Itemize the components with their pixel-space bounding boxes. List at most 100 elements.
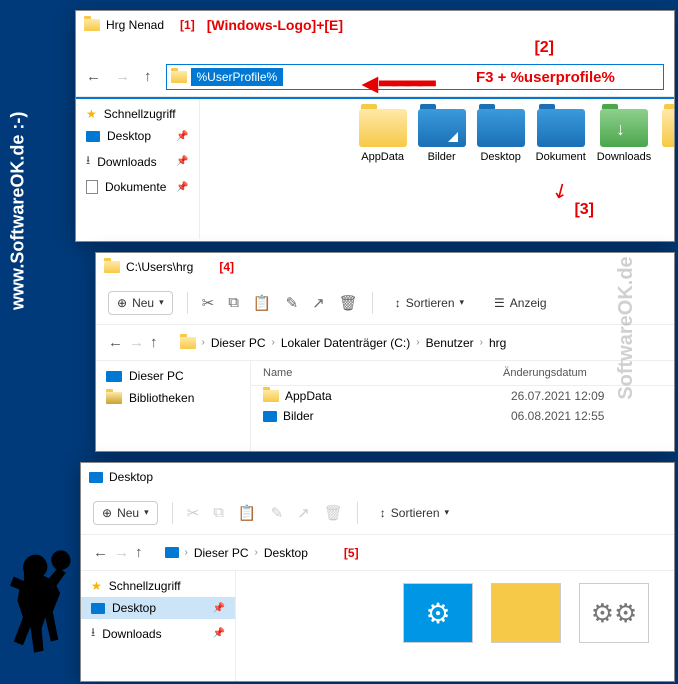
toolbar-3: ⊕Neu▾ ✂ ⧉ 📋 ✎ ↗ 🗑 ↕Sortieren▾ [81,491,674,535]
tile-gears[interactable]: ⚙⚙ [579,583,649,643]
folder-icon [263,390,279,402]
silhouette-decoration [5,544,80,674]
tile-settings[interactable]: ⚙ [403,583,473,643]
tile-folder[interactable] [491,583,561,643]
annotation-4: [4] [219,260,234,274]
bc-desktop[interactable]: Desktop [264,546,308,560]
column-name[interactable]: Name [263,367,503,379]
share-icon[interactable]: ↗ [297,504,310,522]
address-value: %UserProfile% [191,68,284,86]
explorer-window-1: Hrg Nenad [1] [Windows-Logo]+[E] [2] ← →… [75,10,675,242]
view-icon: ☰ [494,296,505,310]
up-button[interactable]: ↑ [150,334,158,351]
bc-users[interactable]: Benutzer [426,336,474,350]
up-button[interactable]: ↑ [135,544,143,561]
pictures-icon [263,411,277,422]
annotation-text-1: [Windows-Logo]+[E] [207,17,343,33]
rename-icon[interactable]: ✎ [271,504,284,522]
share-icon[interactable]: ↗ [312,294,325,312]
new-button[interactable]: ⊕Neu▾ [93,501,158,525]
cut-icon[interactable]: ✂ [187,504,200,522]
library-icon [106,392,122,404]
back-button[interactable]: ← [86,68,101,85]
sidebar-3: ★Schnellzugriff Desktop📌 ⭳Downloads📌 [81,571,236,681]
folder-bilder[interactable]: Bilder [418,109,466,229]
pc-icon [106,371,122,382]
paste-icon[interactable]: 📋 [238,504,257,522]
sort-icon: ↕ [395,296,401,310]
folder-icon [104,261,120,273]
bc-drive[interactable]: Lokaler Datenträger (C:) [281,336,410,350]
toolbar-2: ⊕Neu▾ ✂ ⧉ 📋 ✎ ↗ 🗑 ↕Sortieren▾ ☰Anzeig [96,281,674,325]
breadcrumb-2: ← → ↑ › Dieser PC › Lokaler Datenträger … [96,325,674,361]
folder-appdata[interactable]: AppData [359,109,407,229]
titlebar-2[interactable]: C:\Users\hrg [4] [96,253,674,281]
titlebar-3[interactable]: Desktop [81,463,674,491]
forward-button[interactable]: → [114,544,129,561]
plus-icon: ⊕ [117,296,127,310]
sidebar-documents[interactable]: Dokumente📌 [76,176,199,198]
folder-icon [180,337,196,349]
copy-icon[interactable]: ⧉ [228,294,239,311]
sidebar-downloads[interactable]: ⭳Downloads📌 [76,147,199,176]
window-title: C:\Users\hrg [126,260,193,274]
window-title: Desktop [109,470,153,484]
table-row[interactable]: Bilder 06.08.2021 12:55 [251,406,674,426]
bc-pc[interactable]: Dieser PC [211,336,266,350]
folder-icon [171,71,187,83]
sidebar-pc[interactable]: Dieser PC [96,365,250,387]
sort-button[interactable]: ↕Sortieren▾ [372,502,457,524]
sidebar-desktop[interactable]: Desktop📌 [76,125,199,147]
explorer-window-2: C:\Users\hrg [4] ⊕Neu▾ ✂ ⧉ 📋 ✎ ↗ 🗑 ↕Sort… [95,252,675,452]
folder-fa[interactable]: Fa [662,109,674,229]
copy-icon[interactable]: ⧉ [213,504,224,521]
window-title: Hrg Nenad [106,18,164,32]
sidebar-quickaccess[interactable]: ★Schnellzugriff [76,103,199,125]
annotation-text-2: F3 + %userprofile% [476,69,615,86]
star-icon: ★ [86,107,97,121]
titlebar-1[interactable]: Hrg Nenad [1] [Windows-Logo]+[E] [76,11,674,39]
column-date[interactable]: Änderungsdatum [503,367,587,379]
up-button[interactable]: ↑ [144,68,152,85]
table-row[interactable]: AppData 26.07.2021 12:09 [251,386,674,406]
sidebar-downloads[interactable]: ⭳Downloads📌 [81,619,235,648]
bc-hrg[interactable]: hrg [489,336,506,350]
sidebar-libraries[interactable]: Bibliotheken [96,387,250,409]
document-icon [86,180,98,194]
annotation-arrow: ◄━━━━ [356,67,431,100]
cut-icon[interactable]: ✂ [202,294,215,312]
new-button[interactable]: ⊕Neu▾ [108,291,173,315]
rename-icon[interactable]: ✎ [286,294,299,312]
sort-button[interactable]: ↕Sortieren▾ [387,292,472,314]
breadcrumb-3: ← → ↑ › Dieser PC › Desktop [5] [81,535,674,571]
pin-icon: 📌 [213,603,225,614]
chevron-down-icon: ▾ [159,297,164,308]
folder-downloads[interactable]: ↓Downloads [597,109,651,229]
paste-icon[interactable]: 📋 [253,294,272,312]
sidebar-desktop[interactable]: Desktop📌 [81,597,235,619]
view-button[interactable]: ☰Anzeig [486,292,554,314]
bc-pc[interactable]: Dieser PC [194,546,249,560]
watermark-left: www.SoftwareOK.de :-) [8,112,29,310]
back-button[interactable]: ← [108,334,123,351]
tile-grid: ⚙ ⚙⚙ [391,571,661,681]
plus-icon: ⊕ [102,506,112,520]
desktop-icon [86,131,100,142]
explorer-window-3: Desktop ⊕Neu▾ ✂ ⧉ 📋 ✎ ↗ 🗑 ↕Sortieren▾ ← … [80,462,675,682]
delete-icon[interactable]: 🗑 [324,504,343,522]
folder-grid: AppData Bilder Desktop Dokument ↓Downloa… [355,99,674,239]
pin-icon: 📌 [176,156,188,167]
folder-desktop[interactable]: Desktop [477,109,525,229]
annotation-2: [2] [534,39,554,56]
folder-icon [84,19,100,31]
star-icon: ★ [91,579,102,593]
sidebar-2: Dieser PC Bibliotheken [96,361,251,451]
annotation-3: [3] [574,201,594,219]
back-button[interactable]: ← [93,544,108,561]
sort-icon: ↕ [380,506,386,520]
delete-icon[interactable]: 🗑 [339,294,358,312]
forward-button[interactable]: → [115,68,130,85]
sidebar-quickaccess[interactable]: ★Schnellzugriff [81,575,235,597]
download-icon: ⭳ [86,151,90,172]
forward-button[interactable]: → [129,334,144,351]
